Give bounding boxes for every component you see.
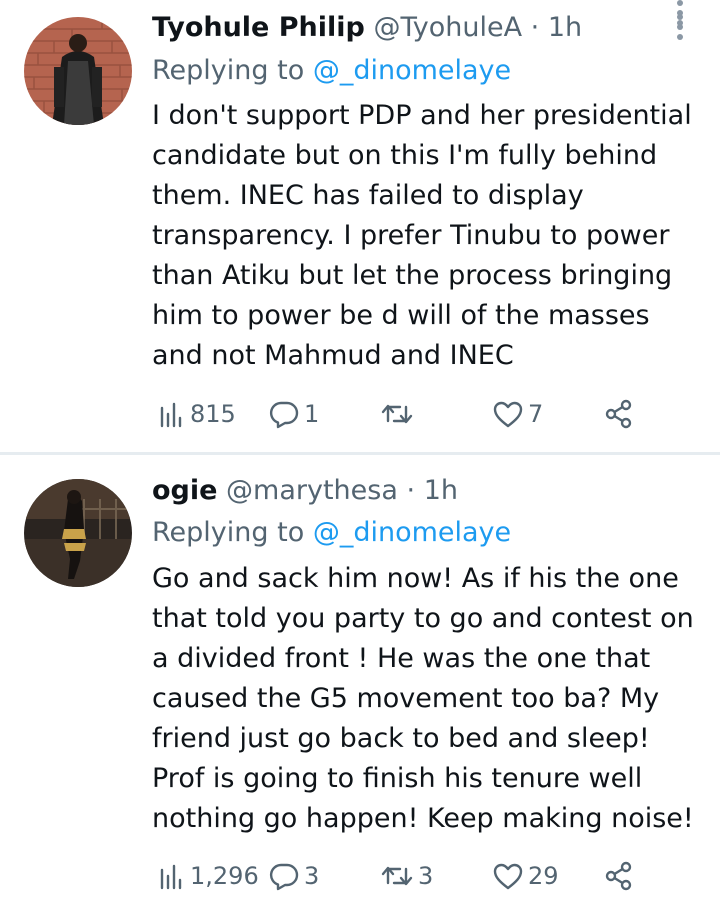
tweet-text-line: a divided front ! He was the one that	[152, 643, 651, 674]
tweet-text-line: candidate but on this I'm fully behind	[152, 140, 658, 171]
share-button[interactable]	[604, 856, 634, 896]
tweet-text-line: nothing go happen! Keep making noise!	[152, 803, 694, 834]
separator-dot: ·	[406, 475, 416, 506]
avatar[interactable]	[24, 17, 132, 125]
views-icon	[160, 864, 182, 890]
tweet-text-line: caused the G5 movement too ba? My	[152, 683, 660, 714]
share-icon	[605, 399, 632, 429]
like-button[interactable]: 29	[492, 856, 559, 896]
like-icon	[493, 401, 523, 428]
retweet-count: 3	[418, 862, 434, 890]
tweet-text-line: him to power be d will of the masses	[152, 300, 650, 331]
avatar[interactable]	[24, 479, 132, 587]
display-name[interactable]: Tyohule Philip	[152, 12, 365, 43]
more-icon[interactable]	[674, 0, 686, 30]
reply-icon	[269, 863, 299, 891]
display-name[interactable]: ogie	[152, 475, 217, 506]
like-button[interactable]: 7	[492, 394, 543, 434]
reply-icon	[269, 401, 299, 429]
replying-to-label: Replying to	[152, 517, 305, 548]
tweet-text-line: Go and sack him now! As if his the one	[152, 563, 679, 594]
tweet[interactable]: ogie @marythesa · 1h Replying to @_dinom…	[0, 455, 720, 909]
tweet-text: Go and sack him now! As if his the one t…	[152, 559, 702, 839]
tweet-text-line: them. INEC has failed to display	[152, 180, 584, 211]
tweet-text: I don't support PDP and her presidential…	[152, 96, 702, 376]
tweet-text-line: that told you party to go and contest on	[152, 603, 694, 634]
action-bar: 1,296 3 3 29	[152, 856, 652, 896]
retweet-icon	[381, 866, 413, 886]
replying-to: Replying to @_dinomelaye	[152, 54, 511, 88]
like-count: 7	[528, 400, 544, 428]
separator-dot: ·	[530, 12, 540, 43]
tweet-text-line: Prof is going to finish his tenure well	[152, 763, 643, 794]
views-button[interactable]: 1,296	[158, 856, 259, 896]
tweet-text-line: I don't support PDP and her presidential	[152, 100, 692, 131]
mention-link[interactable]: @_dinomelaye	[313, 55, 511, 86]
mention-link[interactable]: @_dinomelaye	[313, 517, 511, 548]
views-count: 1,296	[190, 862, 259, 890]
user-handle[interactable]: @TyohuleA	[373, 12, 522, 43]
like-icon	[493, 863, 523, 890]
views-count: 815	[190, 400, 236, 428]
views-button[interactable]: 815	[158, 394, 236, 434]
like-count: 29	[528, 862, 559, 890]
reply-button[interactable]: 3	[268, 856, 319, 896]
avatar-photo	[24, 17, 132, 125]
views-icon	[160, 402, 182, 428]
action-bar: 815 1 7	[152, 394, 652, 434]
replying-to: Replying to @_dinomelaye	[152, 516, 511, 550]
tweet-text-line: transparency. I prefer Tinubu to power	[152, 220, 670, 251]
avatar-photo	[24, 479, 132, 587]
reply-count: 1	[304, 400, 320, 428]
tweet-text-line: friend just go back to bed and sleep!	[152, 723, 650, 754]
reply-count: 3	[304, 862, 320, 890]
share-icon	[605, 861, 632, 891]
user-handle[interactable]: @marythesa	[226, 475, 398, 506]
tweet-header: ogie @marythesa · 1h	[152, 475, 458, 507]
retweet-icon	[381, 404, 413, 424]
replying-to-label: Replying to	[152, 55, 305, 86]
reply-button[interactable]: 1	[268, 394, 319, 434]
share-button[interactable]	[604, 394, 634, 434]
retweet-button[interactable]	[380, 394, 418, 434]
tweet-header: Tyohule Philip @TyohuleA · 1h	[152, 12, 582, 44]
retweet-button[interactable]: 3	[380, 856, 433, 896]
tweet-text-line: than Atiku but let the process bringing	[152, 260, 673, 291]
tweet-text-line: and not Mahmud and INEC	[152, 340, 514, 371]
timestamp[interactable]: 1h	[548, 12, 582, 43]
tweet[interactable]: Tyohule Philip @TyohuleA · 1h Replying t…	[0, 0, 720, 452]
timestamp[interactable]: 1h	[424, 475, 458, 506]
